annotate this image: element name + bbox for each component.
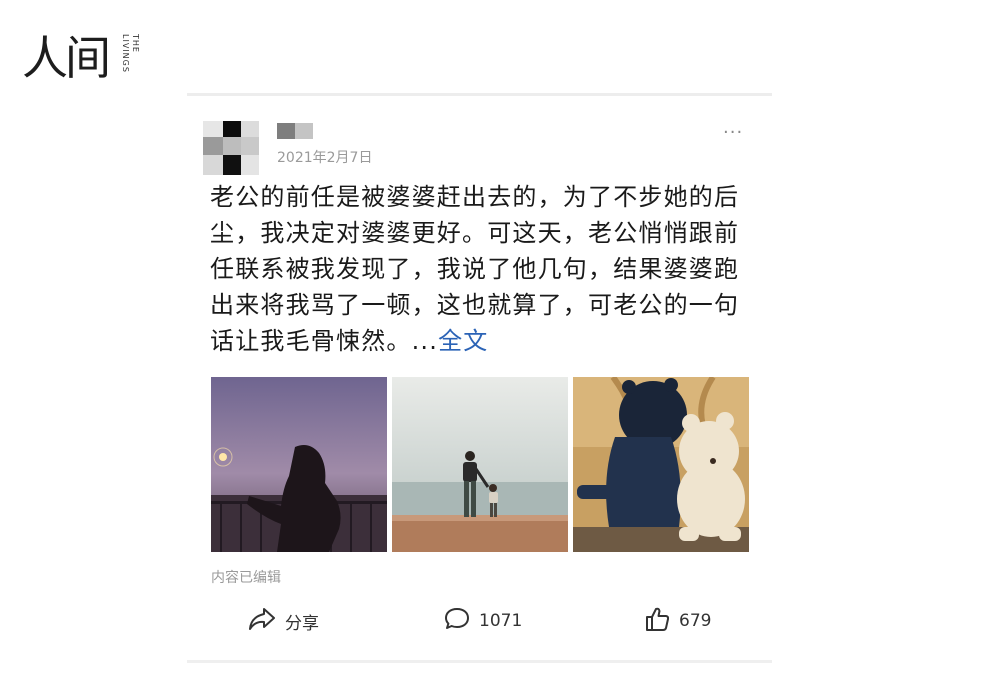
brand-logo: 人间 THE LIVINGS xyxy=(22,28,142,94)
like-button[interactable]: 679 xyxy=(643,601,711,641)
share-label: 分享 xyxy=(285,613,319,634)
photo-parent-child-beach[interactable] xyxy=(392,377,568,552)
comment-count: 1071 xyxy=(479,611,523,631)
avatar[interactable] xyxy=(203,121,261,179)
logo-main-text: 人间 xyxy=(22,31,111,85)
share-icon xyxy=(247,606,285,637)
logo-sub-text: THE LIVINGS xyxy=(121,34,140,73)
like-count: 679 xyxy=(679,611,712,631)
share-button[interactable]: 分享 xyxy=(247,601,319,641)
thumbs-up-icon xyxy=(643,605,679,638)
more-options-button[interactable]: ··· xyxy=(723,123,743,143)
post-card: 2021年2月7日 ··· 老公的前任是被婆婆赶出去的，为了不步她的后尘，我决定… xyxy=(187,93,772,663)
card-divider-top xyxy=(187,93,772,96)
post-body: 老公的前任是被婆婆赶出去的，为了不步她的后尘，我决定对婆婆更好。可这天，老公悄悄… xyxy=(210,179,740,359)
comment-button[interactable]: 1071 xyxy=(443,601,522,641)
post-date: 2021年2月7日 xyxy=(277,150,373,166)
photo-grid xyxy=(211,377,749,552)
photo-girl-sparkler[interactable] xyxy=(211,377,387,552)
username-blurred[interactable] xyxy=(277,123,313,139)
full-text-link[interactable]: 全文 xyxy=(438,327,488,355)
photo-child-teddy-bear[interactable] xyxy=(573,377,749,552)
comment-icon xyxy=(443,606,479,637)
card-divider-bottom xyxy=(187,660,772,663)
edited-label: 内容已编辑 xyxy=(211,570,281,586)
action-bar: 分享 1071 679 xyxy=(187,601,772,641)
